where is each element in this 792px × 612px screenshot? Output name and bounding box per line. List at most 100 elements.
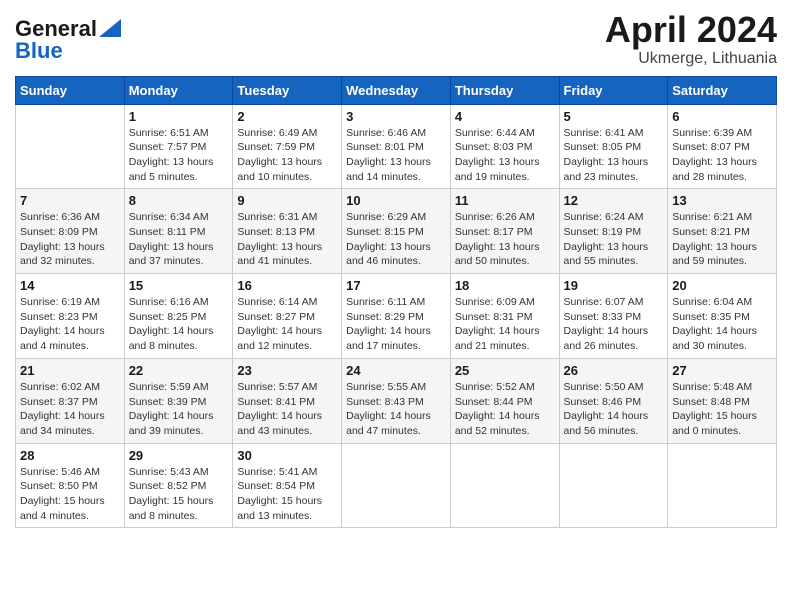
day-number: 7 [20, 193, 120, 208]
day-number: 13 [672, 193, 772, 208]
day-info: Sunrise: 6:31 AM Sunset: 8:13 PM Dayligh… [237, 210, 337, 269]
day-info: Sunrise: 6:46 AM Sunset: 8:01 PM Dayligh… [346, 126, 446, 185]
day-number: 5 [564, 109, 664, 124]
header-tuesday: Tuesday [233, 76, 342, 104]
day-info: Sunrise: 5:52 AM Sunset: 8:44 PM Dayligh… [455, 380, 555, 439]
header-saturday: Saturday [668, 76, 777, 104]
day-number: 20 [672, 278, 772, 293]
day-info: Sunrise: 6:49 AM Sunset: 7:59 PM Dayligh… [237, 126, 337, 185]
calendar-cell: 4 Sunrise: 6:44 AM Sunset: 8:03 PM Daylig… [450, 104, 559, 189]
calendar-cell: 11 Sunrise: 6:26 AM Sunset: 8:17 PM Dayli… [450, 189, 559, 274]
calendar-cell: 1 Sunrise: 6:51 AM Sunset: 7:57 PM Daylig… [124, 104, 233, 189]
day-number: 29 [129, 448, 229, 463]
day-number: 8 [129, 193, 229, 208]
calendar-cell: 7 Sunrise: 6:36 AM Sunset: 8:09 PM Daylig… [16, 189, 125, 274]
calendar-cell: 20 Sunrise: 6:04 AM Sunset: 8:35 PM Dayli… [668, 274, 777, 359]
calendar-cell: 15Sunrise: 6:16 AM Sunset: 8:25 PM Dayli… [124, 274, 233, 359]
day-info: Sunrise: 6:29 AM Sunset: 8:15 PM Dayligh… [346, 210, 446, 269]
header-sunday: Sunday [16, 76, 125, 104]
day-number: 19 [564, 278, 664, 293]
logo-icon [99, 19, 121, 37]
calendar-cell: 13 Sunrise: 6:21 AM Sunset: 8:21 PM Dayli… [668, 189, 777, 274]
calendar-table: SundayMondayTuesdayWednesdayThursdayFrid… [15, 76, 777, 529]
calendar-cell [342, 443, 451, 528]
calendar-week-row: 14 Sunrise: 6:19 AM Sunset: 8:23 PM Dayli… [16, 274, 777, 359]
day-number: 21 [20, 363, 120, 378]
calendar-cell: 18Sunrise: 6:09 AM Sunset: 8:31 PM Dayli… [450, 274, 559, 359]
day-info: Sunrise: 6:36 AM Sunset: 8:09 PM Dayligh… [20, 210, 120, 269]
day-info: Sunrise: 6:26 AM Sunset: 8:17 PM Dayligh… [455, 210, 555, 269]
day-info: Sunrise: 5:41 AM Sunset: 8:54 PM Dayligh… [237, 465, 337, 524]
day-number: 17 [346, 278, 446, 293]
day-info: Sunrise: 6:39 AM Sunset: 8:07 PM Dayligh… [672, 126, 772, 185]
day-info: Sunrise: 6:11 AM Sunset: 8:29 PM Dayligh… [346, 295, 446, 354]
day-number: 27 [672, 363, 772, 378]
day-info: Sunrise: 5:46 AM Sunset: 8:50 PM Dayligh… [20, 465, 120, 524]
day-info: Sunrise: 5:57 AM Sunset: 8:41 PM Dayligh… [237, 380, 337, 439]
calendar-cell: 2Sunrise: 6:49 AM Sunset: 7:59 PM Daylig… [233, 104, 342, 189]
day-info: Sunrise: 6:14 AM Sunset: 8:27 PM Dayligh… [237, 295, 337, 354]
day-info: Sunrise: 5:55 AM Sunset: 8:43 PM Dayligh… [346, 380, 446, 439]
calendar-cell [450, 443, 559, 528]
calendar-header-row: SundayMondayTuesdayWednesdayThursdayFrid… [16, 76, 777, 104]
day-info: Sunrise: 6:21 AM Sunset: 8:21 PM Dayligh… [672, 210, 772, 269]
title-block: April 2024 Ukmerge, Lithuania [605, 10, 777, 68]
day-info: Sunrise: 6:51 AM Sunset: 7:57 PM Dayligh… [129, 126, 229, 185]
day-number: 28 [20, 448, 120, 463]
day-number: 22 [129, 363, 229, 378]
calendar-cell: 19 Sunrise: 6:07 AM Sunset: 8:33 PM Dayli… [559, 274, 668, 359]
calendar-cell: 25 Sunrise: 5:52 AM Sunset: 8:44 PM Dayli… [450, 358, 559, 443]
calendar-cell: 5Sunrise: 6:41 AM Sunset: 8:05 PM Daylig… [559, 104, 668, 189]
day-number: 26 [564, 363, 664, 378]
day-info: Sunrise: 5:43 AM Sunset: 8:52 PM Dayligh… [129, 465, 229, 524]
calendar-cell: 9 Sunrise: 6:31 AM Sunset: 8:13 PM Daylig… [233, 189, 342, 274]
day-info: Sunrise: 6:09 AM Sunset: 8:31 PM Dayligh… [455, 295, 555, 354]
header-friday: Friday [559, 76, 668, 104]
day-number: 25 [455, 363, 555, 378]
calendar-cell: 17 Sunrise: 6:11 AM Sunset: 8:29 PM Dayli… [342, 274, 451, 359]
calendar-cell: 10 Sunrise: 6:29 AM Sunset: 8:15 PM Dayli… [342, 189, 451, 274]
calendar-cell: 23 Sunrise: 5:57 AM Sunset: 8:41 PM Dayli… [233, 358, 342, 443]
calendar-week-row: 21 Sunrise: 6:02 AM Sunset: 8:37 PM Dayli… [16, 358, 777, 443]
calendar-cell: 12 Sunrise: 6:24 AM Sunset: 8:19 PM Dayli… [559, 189, 668, 274]
day-number: 30 [237, 448, 337, 463]
day-number: 6 [672, 109, 772, 124]
calendar-cell: 24 Sunrise: 5:55 AM Sunset: 8:43 PM Dayli… [342, 358, 451, 443]
calendar-cell: 16Sunrise: 6:14 AM Sunset: 8:27 PM Dayli… [233, 274, 342, 359]
day-number: 4 [455, 109, 555, 124]
calendar-week-row: 7 Sunrise: 6:36 AM Sunset: 8:09 PM Daylig… [16, 189, 777, 274]
day-info: Sunrise: 6:16 AM Sunset: 8:25 PM Dayligh… [129, 295, 229, 354]
calendar-title: April 2024 [605, 10, 777, 50]
calendar-cell: 27Sunrise: 5:48 AM Sunset: 8:48 PM Dayli… [668, 358, 777, 443]
calendar-cell: 26Sunrise: 5:50 AM Sunset: 8:46 PM Dayli… [559, 358, 668, 443]
day-number: 23 [237, 363, 337, 378]
day-info: Sunrise: 6:19 AM Sunset: 8:23 PM Dayligh… [20, 295, 120, 354]
day-info: Sunrise: 6:07 AM Sunset: 8:33 PM Dayligh… [564, 295, 664, 354]
day-number: 1 [129, 109, 229, 124]
day-number: 11 [455, 193, 555, 208]
day-number: 12 [564, 193, 664, 208]
day-info: Sunrise: 6:04 AM Sunset: 8:35 PM Dayligh… [672, 295, 772, 354]
calendar-week-row: 1 Sunrise: 6:51 AM Sunset: 7:57 PM Daylig… [16, 104, 777, 189]
day-number: 24 [346, 363, 446, 378]
header-thursday: Thursday [450, 76, 559, 104]
logo: General Blue [15, 10, 121, 64]
day-info: Sunrise: 6:34 AM Sunset: 8:11 PM Dayligh… [129, 210, 229, 269]
calendar-cell: 8 Sunrise: 6:34 AM Sunset: 8:11 PM Daylig… [124, 189, 233, 274]
calendar-cell: 22Sunrise: 5:59 AM Sunset: 8:39 PM Dayli… [124, 358, 233, 443]
calendar-cell: 21 Sunrise: 6:02 AM Sunset: 8:37 PM Dayli… [16, 358, 125, 443]
calendar-cell: 28 Sunrise: 5:46 AM Sunset: 8:50 PM Dayli… [16, 443, 125, 528]
header-monday: Monday [124, 76, 233, 104]
day-info: Sunrise: 6:24 AM Sunset: 8:19 PM Dayligh… [564, 210, 664, 269]
calendar-cell [16, 104, 125, 189]
day-info: Sunrise: 6:44 AM Sunset: 8:03 PM Dayligh… [455, 126, 555, 185]
day-number: 10 [346, 193, 446, 208]
calendar-cell: 3 Sunrise: 6:46 AM Sunset: 8:01 PM Daylig… [342, 104, 451, 189]
calendar-cell: 29 Sunrise: 5:43 AM Sunset: 8:52 PM Dayli… [124, 443, 233, 528]
day-info: Sunrise: 6:02 AM Sunset: 8:37 PM Dayligh… [20, 380, 120, 439]
calendar-cell [668, 443, 777, 528]
day-number: 9 [237, 193, 337, 208]
day-number: 14 [20, 278, 120, 293]
calendar-cell: 6 Sunrise: 6:39 AM Sunset: 8:07 PM Daylig… [668, 104, 777, 189]
day-number: 3 [346, 109, 446, 124]
